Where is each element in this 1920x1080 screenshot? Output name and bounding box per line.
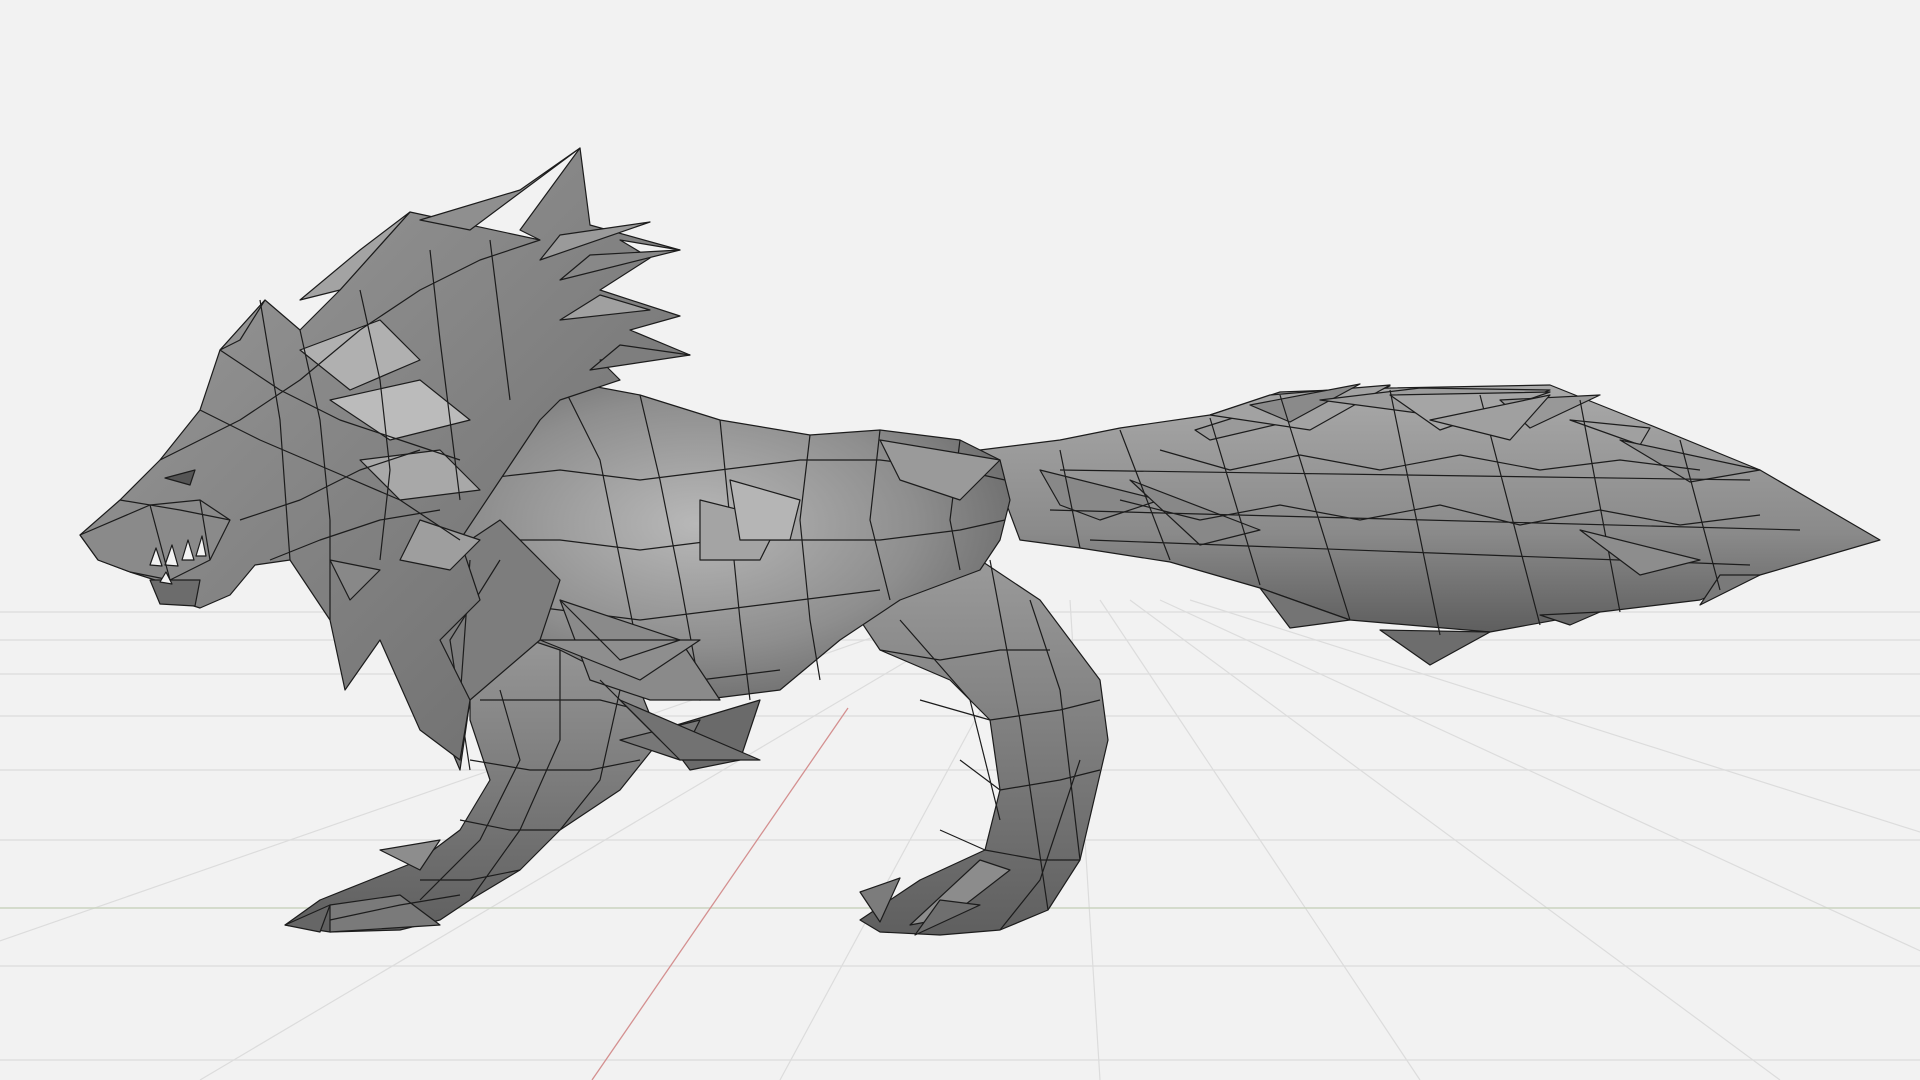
- 3d-viewport[interactable]: [0, 0, 1920, 1080]
- viewport-canvas[interactable]: [0, 0, 1920, 1080]
